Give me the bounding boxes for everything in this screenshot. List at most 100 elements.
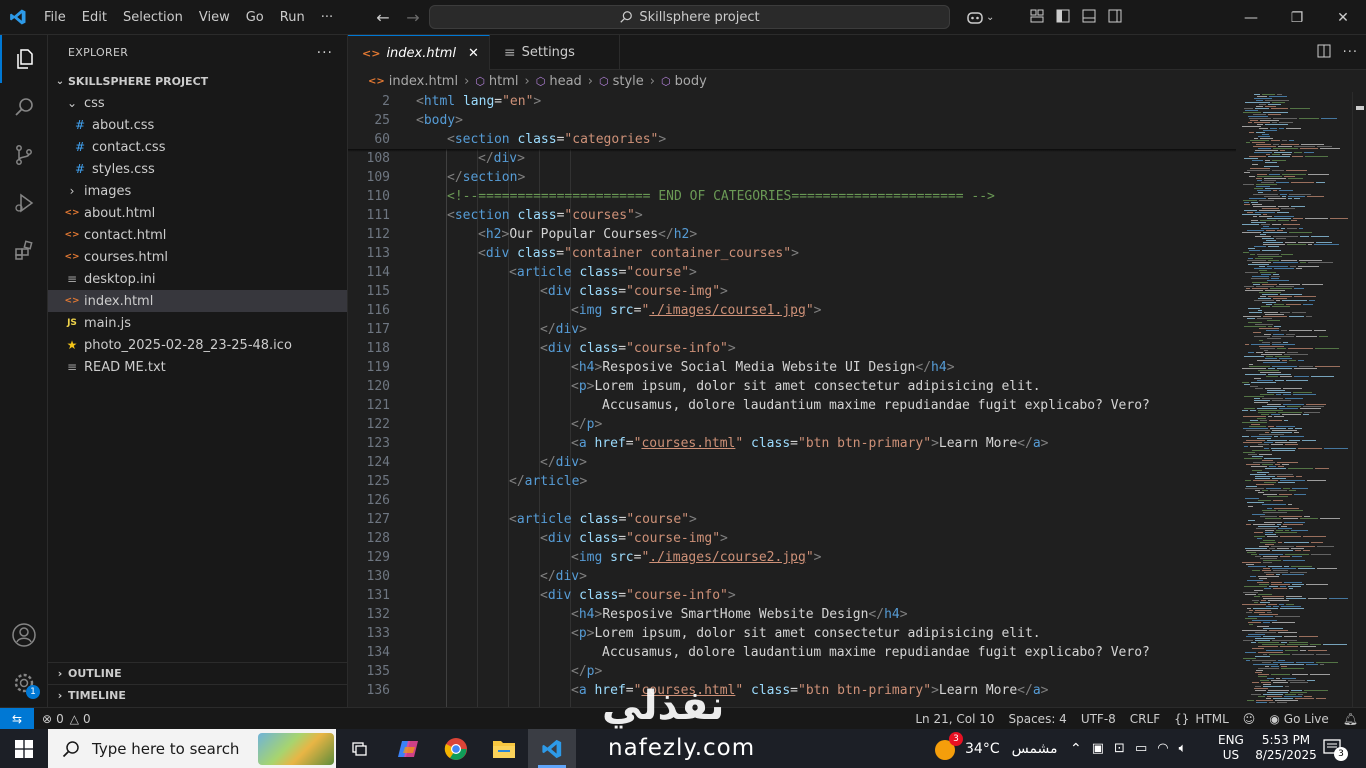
tree-item[interactable]: ⌄ css (48, 92, 347, 114)
problems-indicator[interactable]: ⊗ 0 △ 0 (34, 712, 91, 726)
extensions-icon[interactable] (0, 227, 48, 275)
copilot-icon[interactable]: ⌄ (960, 10, 1000, 26)
chrome-icon[interactable] (432, 729, 480, 768)
remote-indicator-icon[interactable]: ⇆ (0, 707, 34, 730)
file-explorer-icon[interactable] (480, 729, 528, 768)
menu-item[interactable]: Edit (74, 10, 115, 25)
wifi-icon[interactable]: ◠ (1157, 741, 1168, 756)
line-number: 135 (366, 664, 390, 679)
menu-item[interactable]: Selection (115, 10, 191, 25)
code-editor[interactable]: 108 </div> 109 </section> 110 <!--===========… (348, 92, 1236, 707)
minimap-token (1256, 484, 1274, 485)
back-arrow-icon[interactable]: ← (370, 8, 396, 27)
breadcrumb-item[interactable]: style (613, 74, 644, 89)
windows-start-icon[interactable] (0, 729, 48, 768)
run-debug-icon[interactable] (0, 179, 48, 227)
minimap-token (1267, 496, 1288, 497)
chevron-up-icon[interactable]: ⌃ (1070, 741, 1082, 757)
taskbar-search-box[interactable]: Type here to search (48, 729, 336, 768)
search-icon[interactable] (0, 83, 48, 131)
minimap-token (1267, 692, 1288, 693)
security-icon[interactable]: ⊡ (1114, 741, 1125, 756)
vscode-logo-icon[interactable] (0, 0, 36, 35)
tab-index-html[interactable]: <> index.html ✕ (348, 35, 490, 70)
toggle-panel-icon[interactable] (1076, 9, 1102, 27)
language-mode[interactable]: {} HTML (1174, 712, 1229, 726)
toggle-secondary-sidebar-icon[interactable] (1102, 9, 1128, 27)
tree-item[interactable]: <> index.html (48, 290, 347, 312)
indentation[interactable]: Spaces: 4 (1009, 712, 1067, 726)
tree-item[interactable]: # contact.css (48, 136, 347, 158)
minimap-token (1275, 464, 1280, 465)
weather-widget[interactable]: 3 34°C مشمس (935, 729, 1058, 768)
menu-item[interactable]: File (36, 10, 74, 25)
minimap-token (1256, 144, 1271, 145)
minimap-token (1279, 122, 1293, 123)
command-center-search[interactable]: Skillsphere project (429, 5, 950, 29)
tree-item[interactable]: ★ photo_2025-02-28_23-25-48.ico (48, 334, 347, 356)
minimap-token (1249, 610, 1253, 611)
breadcrumb-item[interactable]: head (549, 74, 581, 89)
close-icon[interactable]: ✕ (1320, 0, 1366, 35)
more-actions-icon[interactable]: ··· (1343, 45, 1358, 60)
minimap-token (1271, 546, 1294, 547)
menu-item[interactable]: Go (238, 10, 272, 25)
language-indicator[interactable]: ENG US (1218, 733, 1244, 763)
scrollbar-thumb[interactable] (1356, 106, 1364, 110)
outline-section-header[interactable]: › OUTLINE (48, 662, 347, 684)
timeline-section-header[interactable]: › TIMELINE (48, 684, 347, 706)
split-editor-icon[interactable] (1317, 44, 1331, 62)
encoding[interactable]: UTF-8 (1081, 712, 1116, 726)
battery-icon[interactable]: ▭ (1135, 741, 1147, 756)
notification-center-icon[interactable]: 3 (1322, 737, 1348, 761)
restore-icon[interactable]: ❐ (1274, 0, 1320, 35)
explorer-icon[interactable] (0, 35, 48, 83)
tree-item[interactable]: <> about.html (48, 202, 347, 224)
accounts-icon[interactable] (0, 611, 48, 659)
volume-icon[interactable]: 🔈︎ (1179, 741, 1187, 756)
minimap-token (1286, 304, 1301, 305)
task-view-icon[interactable] (336, 729, 384, 768)
minimap-token (1263, 568, 1270, 569)
end-of-line[interactable]: CRLF (1130, 712, 1160, 726)
close-tab-icon[interactable]: ✕ (468, 46, 479, 61)
breadcrumb-item[interactable]: html (489, 74, 519, 89)
tree-item[interactable]: <> courses.html (48, 246, 347, 268)
notifications-bell-icon[interactable]: 🔔︎ (1343, 712, 1358, 726)
forward-arrow-icon[interactable]: → (400, 8, 426, 27)
vscode-taskbar-icon[interactable] (528, 729, 576, 768)
tree-item[interactable]: # styles.css (48, 158, 347, 180)
vertical-scrollbar[interactable] (1352, 92, 1366, 707)
meet-now-icon[interactable]: ▣ (1092, 741, 1104, 756)
breadcrumb-item[interactable]: index.html (389, 74, 458, 89)
tree-item[interactable]: ≡ READ ME.txt (48, 356, 347, 378)
tree-item[interactable]: ≡ desktop.ini (48, 268, 347, 290)
cursor-position[interactable]: Ln 21, Col 10 (915, 712, 994, 726)
toggle-sidebar-icon[interactable] (1050, 9, 1076, 27)
tree-item[interactable]: JS main.js (48, 312, 347, 334)
clock[interactable]: 5:53 PM 8/25/2025 (1254, 733, 1318, 763)
tab-settings[interactable]: ≡ Settings (490, 35, 620, 70)
minimap-token (1269, 174, 1280, 175)
project-section-header[interactable]: ⌄ SKILLSPHERE PROJECT (48, 70, 347, 92)
minimap-token (1245, 594, 1256, 595)
tree-item[interactable]: › images (48, 180, 347, 202)
minimize-icon[interactable]: — (1228, 0, 1274, 35)
menu-item[interactable]: Run (272, 10, 313, 25)
minimap-token (1262, 596, 1284, 597)
go-live-button[interactable]: ◉ Go Live (1269, 712, 1328, 726)
error-count: 0 (56, 711, 64, 726)
source-control-icon[interactable] (0, 131, 48, 179)
tree-item[interactable]: # about.css (48, 114, 347, 136)
minimap[interactable] (1236, 92, 1352, 707)
breadcrumb-item[interactable]: body (675, 74, 707, 89)
copilot-app-icon[interactable] (384, 729, 432, 768)
menu-item[interactable]: View (191, 10, 238, 25)
minimap-token (1291, 220, 1297, 221)
customize-layout-icon[interactable] (1024, 9, 1050, 27)
more-actions-icon[interactable]: ··· (317, 45, 333, 61)
menu-item[interactable]: ··· (313, 10, 341, 25)
manage-gear-icon[interactable]: 1 (0, 659, 48, 707)
copilot-status-icon[interactable]: ☺ (1243, 712, 1256, 726)
tree-item[interactable]: <> contact.html (48, 224, 347, 246)
